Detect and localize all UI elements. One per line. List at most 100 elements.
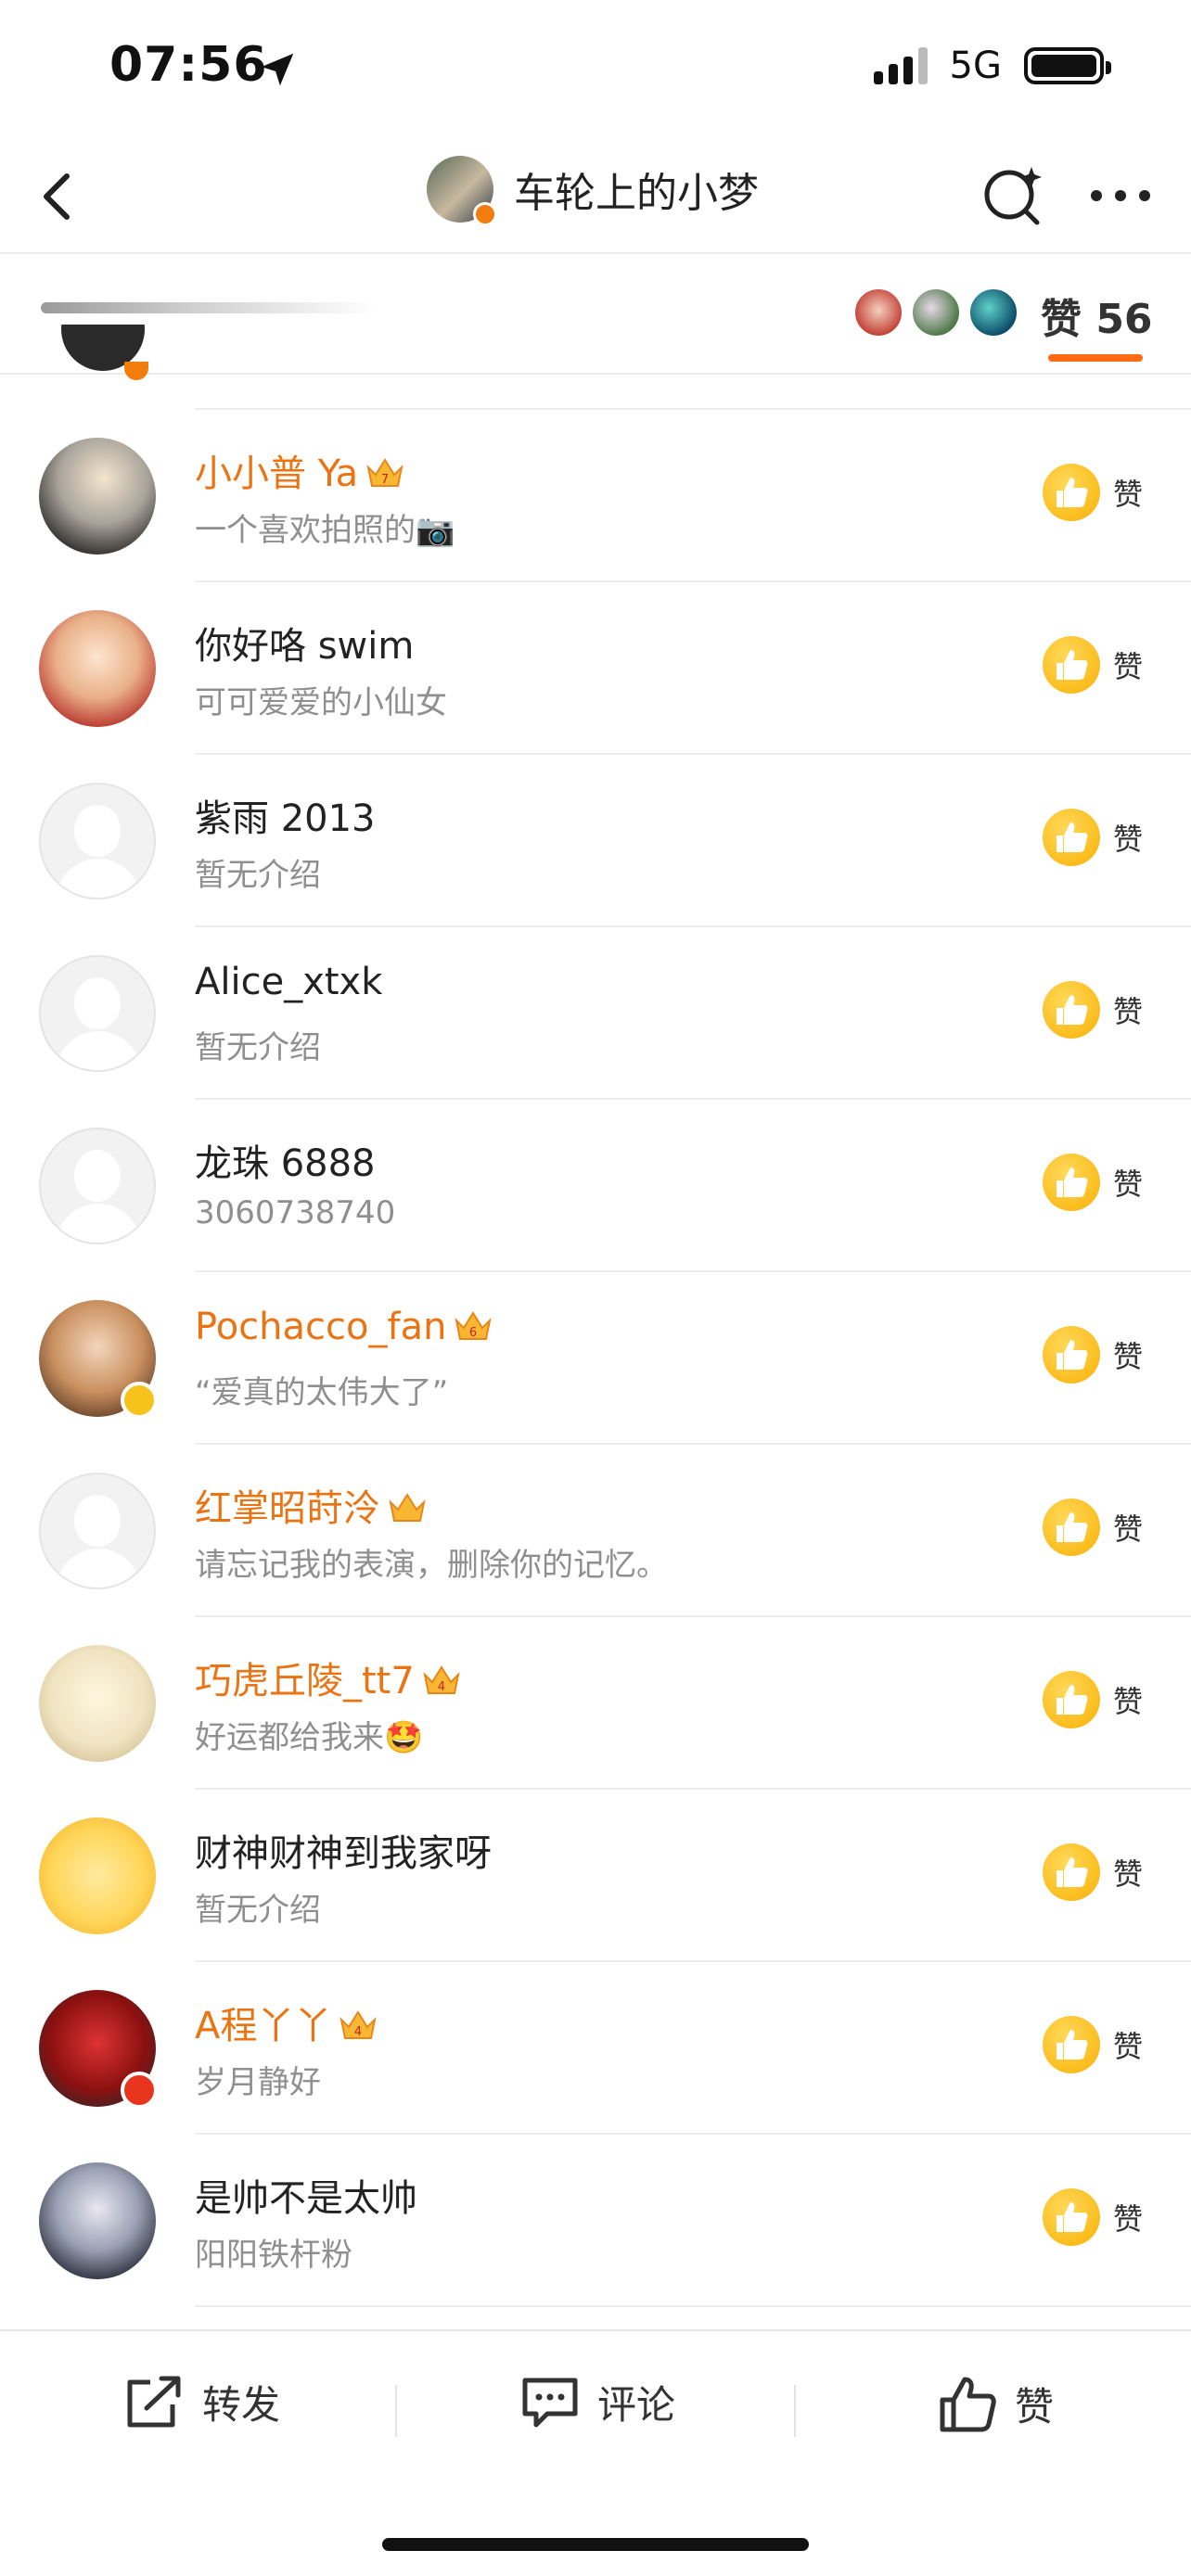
liker-like-button[interactable]: 赞: [1043, 1498, 1143, 1556]
liker-like-label: 赞: [1113, 822, 1144, 857]
liker-like-label: 赞: [1113, 994, 1144, 1029]
liker-name[interactable]: 龙珠 6888: [195, 1133, 376, 1187]
liker-row[interactable]: 巧虎丘陵_tt7 4 好运都给我来🤩 赞: [0, 1617, 1191, 1790]
more-dots-icon: [1091, 190, 1150, 201]
thumbs-up-icon: [1057, 478, 1088, 507]
vip-crown-icon: 4: [422, 1662, 461, 1697]
liker-bio: 暂无介绍: [195, 1892, 321, 1929]
liker-name-text: Alice_xtxk: [195, 961, 383, 1003]
liker-avatar[interactable]: [39, 610, 156, 727]
status-time: 07:56: [109, 37, 268, 93]
liker-row[interactable]: A程丫丫 4 岁月静好 赞: [0, 1962, 1191, 2135]
liker-row[interactable]: 是帅不是太帅阳阳铁杆粉 赞: [0, 2135, 1191, 2307]
liker-like-button[interactable]: 赞: [1043, 636, 1143, 694]
liker-avatar[interactable]: [39, 1817, 156, 1934]
liker-avatar[interactable]: [39, 1128, 156, 1244]
thumbs-up-icon: [1057, 1685, 1088, 1715]
liker-name-text: 财神财神到我家呀: [195, 1832, 492, 1875]
liker-like-button[interactable]: 赞: [1043, 1326, 1143, 1384]
vip-crown-icon: [388, 1489, 427, 1524]
search-button[interactable]: [976, 158, 1050, 232]
comment-label: 评论: [597, 2382, 676, 2428]
liker-row[interactable]: 小小普 Ya 7 一个喜欢拍照的📷 赞: [0, 410, 1191, 582]
comment-icon: [522, 2378, 578, 2427]
liker-name-text: 巧虎丘陵_tt7: [195, 1660, 415, 1702]
liker-avatar[interactable]: [39, 783, 156, 899]
red-star-badge-icon: [121, 2072, 158, 2109]
liker-avatar[interactable]: [39, 1473, 156, 1589]
liker-name[interactable]: 你好咯 swim: [195, 616, 414, 670]
battery-icon: [1024, 47, 1111, 84]
tab-active-indicator: [1048, 354, 1143, 362]
liker-avatar: [968, 287, 1018, 338]
status-indicators: 5G: [873, 45, 1111, 87]
share-icon: [127, 2376, 181, 2427]
liker-name-text: 是帅不是太帅: [195, 2177, 417, 2220]
liker-avatar[interactable]: [39, 2162, 156, 2279]
liker-row[interactable]: 财神财神到我家呀暂无介绍 赞: [0, 1790, 1191, 1962]
liker-row[interactable]: 紫雨 2013 暂无介绍 赞: [0, 755, 1191, 927]
svg-text:4: 4: [438, 1680, 445, 1694]
thumbs-up-badge-icon: [1043, 636, 1100, 694]
like-label: 赞: [1015, 2383, 1055, 2429]
thumbs-up-icon: [1057, 2202, 1088, 2232]
thumbs-up-outline-icon: [940, 2377, 996, 2432]
thumbs-up-icon: [1057, 1167, 1088, 1197]
liker-row[interactable]: 红掌昭莳泠请忘记我的表演，删除你的记忆。 赞: [0, 1445, 1191, 1617]
header-avatar[interactable]: [427, 156, 497, 226]
liker-like-button[interactable]: 赞: [1043, 1843, 1143, 1901]
liker-like-button[interactable]: 赞: [1043, 2016, 1143, 2073]
vip-crown-icon: 7: [365, 454, 404, 490]
liker-bio: 岁月静好: [195, 2064, 321, 2101]
tab-likes[interactable]: 赞 56: [1041, 286, 1153, 345]
blurred-tab[interactable]: [41, 302, 375, 313]
header-user[interactable]: 车轮上的小梦: [427, 156, 759, 226]
repost-label: 转发: [202, 2382, 281, 2428]
liker-like-button[interactable]: 赞: [1043, 809, 1143, 866]
liker-bio: 一个喜欢拍照的📷: [195, 512, 455, 549]
like-button[interactable]: 赞: [937, 2374, 1054, 2433]
thumbs-up-badge-icon: [1043, 2188, 1100, 2246]
liker-name[interactable]: 紫雨 2013: [195, 788, 376, 842]
liker-like-button[interactable]: 赞: [1043, 1154, 1143, 1211]
liker-name[interactable]: 是帅不是太帅: [195, 2168, 417, 2222]
liker-like-label: 赞: [1113, 1511, 1144, 1547]
liker-like-button[interactable]: 赞: [1043, 1671, 1143, 1728]
liker-name-text: A程丫丫: [195, 2005, 332, 2047]
signal-icon: [873, 47, 928, 84]
liker-name[interactable]: Pochacco_fan 6: [195, 1306, 493, 1348]
bottom-toolbar: 转发 评论 赞: [0, 2331, 1191, 2489]
liker-bio: 好运都给我来🤩: [195, 1719, 424, 1756]
liker-row[interactable]: Alice_xtxk 暂无介绍 赞: [0, 927, 1191, 1100]
liker-avatar[interactable]: [39, 1645, 156, 1762]
liker-row[interactable]: Pochacco_fan 6 “爱真的太伟大了” 赞: [0, 1272, 1191, 1445]
thumbs-up-badge-icon: [1043, 1154, 1100, 1211]
liker-avatar[interactable]: [39, 438, 156, 555]
more-button[interactable]: [1082, 163, 1159, 228]
liker-like-label: 赞: [1113, 1167, 1144, 1202]
liker-like-label: 赞: [1113, 2029, 1144, 2064]
liker-row[interactable]: 你好咯 swim 可可爱爱的小仙女 赞: [0, 582, 1191, 755]
liker-avatar[interactable]: [39, 955, 156, 1072]
liker-like-button[interactable]: 赞: [1043, 981, 1143, 1039]
liker-name[interactable]: A程丫丫 4: [195, 1996, 378, 2049]
svg-text:6: 6: [469, 1326, 477, 1340]
liker-bio: 请忘记我的表演，删除你的记忆。: [195, 1547, 668, 1584]
toolbar-separator: [794, 2385, 796, 2437]
liker-like-button[interactable]: 赞: [1043, 2188, 1143, 2246]
liker-name[interactable]: 红掌昭莳泠: [195, 1478, 427, 1532]
thumbs-up-icon: [1057, 2030, 1088, 2060]
liker-bio: “爱真的太伟大了”: [195, 1374, 449, 1411]
liker-row[interactable]: 龙珠 6888 3060738740 赞: [0, 1100, 1191, 1272]
liker-bio: 阳阳铁杆粉: [195, 2237, 352, 2274]
liker-name[interactable]: 巧虎丘陵_tt7 4: [195, 1651, 461, 1704]
thumbs-up-icon: [1057, 995, 1088, 1025]
liker-name[interactable]: 财神财神到我家呀: [195, 1823, 492, 1877]
liker-name[interactable]: 小小普 Ya 7: [195, 443, 404, 497]
liker-name[interactable]: Alice_xtxk: [195, 961, 382, 1003]
comment-button[interactable]: 评论: [519, 2374, 675, 2430]
liker-like-button[interactable]: 赞: [1043, 464, 1143, 521]
liker-name-text: Pochacco_fan: [195, 1306, 447, 1348]
repost-button[interactable]: 转发: [122, 2374, 280, 2430]
back-button[interactable]: [20, 159, 95, 234]
